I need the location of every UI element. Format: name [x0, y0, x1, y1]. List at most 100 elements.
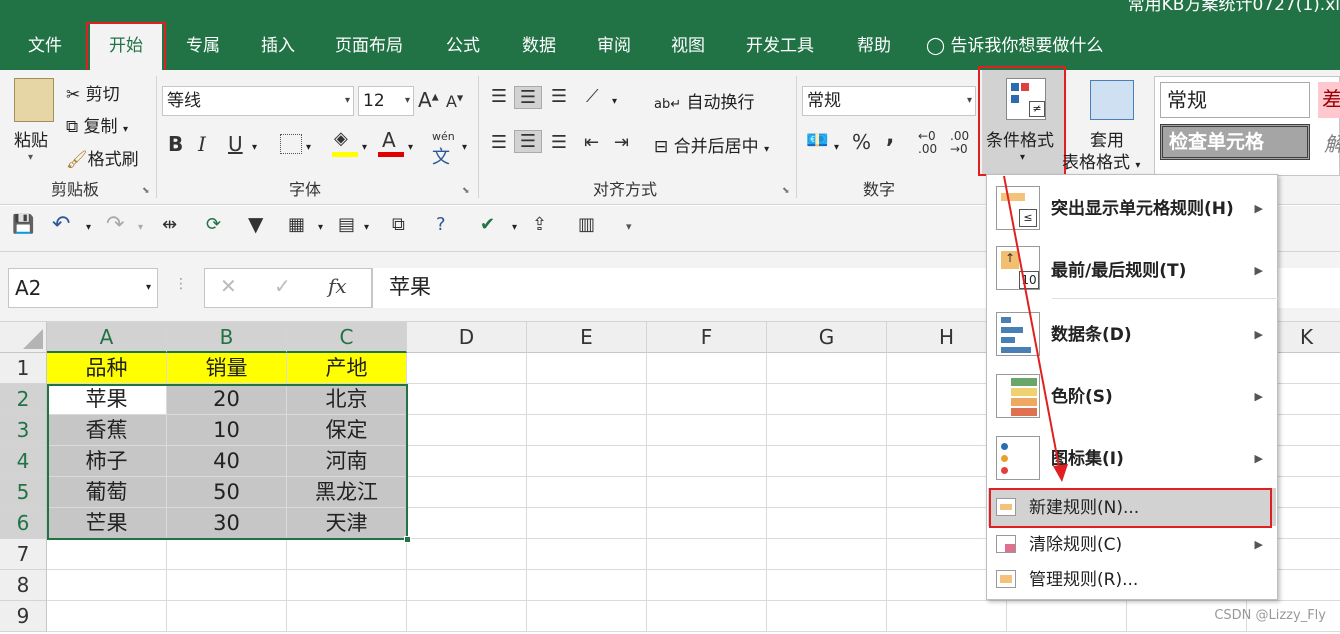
cell-style-check[interactable]: 检查单元格: [1160, 124, 1310, 160]
filter-icon[interactable]: ▼: [248, 212, 263, 236]
row-header-5[interactable]: 5: [0, 477, 47, 508]
tab-data[interactable]: 数据: [508, 22, 570, 70]
cell-a1[interactable]: 品种: [47, 353, 167, 384]
cell-e4[interactable]: [527, 446, 647, 477]
copy-button[interactable]: ⧉ 复制 ▾: [66, 112, 128, 137]
cell-b1[interactable]: 销量: [167, 353, 287, 384]
data-validation-dropdown-icon[interactable]: ▾: [512, 222, 517, 233]
phonetic-guide-button[interactable]: wén 文: [432, 130, 455, 169]
name-box[interactable]: A2 ▾: [8, 268, 158, 308]
wrap-text-button[interactable]: ab↵ 自动换行: [654, 88, 755, 113]
undo-dropdown-icon[interactable]: ▾: [86, 222, 91, 233]
cancel-icon[interactable]: ✕: [220, 274, 237, 298]
row-header-9[interactable]: 9: [0, 601, 47, 632]
cell-b7[interactable]: [167, 539, 287, 570]
fill-dropdown-icon[interactable]: ▾: [362, 142, 367, 153]
cell-c7[interactable]: [287, 539, 407, 570]
row-header-2[interactable]: 2: [0, 384, 47, 415]
cell-style-bad[interactable]: 差: [1318, 82, 1340, 118]
cell-e7[interactable]: [527, 539, 647, 570]
cell-e5[interactable]: [527, 477, 647, 508]
cell-a5[interactable]: 葡萄: [47, 477, 167, 508]
tab-page-layout[interactable]: 页面布局: [322, 22, 416, 70]
underline-dropdown-icon[interactable]: ▾: [252, 142, 257, 153]
cell-d8[interactable]: [407, 570, 527, 601]
cell-b6[interactable]: 30: [167, 508, 287, 539]
cell-style-explain[interactable]: 解: [1324, 128, 1340, 157]
fill-handle[interactable]: [404, 536, 411, 543]
grow-font-button[interactable]: A▲: [418, 88, 439, 112]
tab-view[interactable]: 视图: [658, 22, 718, 70]
column-header-c[interactable]: C: [287, 322, 407, 353]
cell-f7[interactable]: [647, 539, 767, 570]
bold-button[interactable]: B: [168, 132, 183, 156]
align-center-icon[interactable]: ☰: [514, 130, 542, 153]
font-color-icon[interactable]: A: [382, 128, 396, 152]
tab-review[interactable]: 审阅: [584, 22, 644, 70]
cell-c2[interactable]: 北京: [287, 384, 407, 415]
cell-f9[interactable]: [647, 601, 767, 632]
cell-g5[interactable]: [767, 477, 887, 508]
refresh-icon[interactable]: ⟳: [206, 214, 221, 235]
row-header-1[interactable]: 1: [0, 353, 47, 384]
form-icon[interactable]: ▦: [288, 214, 305, 235]
enter-icon[interactable]: ✓: [274, 274, 291, 298]
clipboard-launcher-icon[interactable]: ⬊: [142, 186, 150, 196]
cell-a9[interactable]: [47, 601, 167, 632]
cell-e9[interactable]: [527, 601, 647, 632]
cell-c9[interactable]: [287, 601, 407, 632]
menu-item-clear-rules[interactable]: 清除规则(C) ▶: [987, 527, 1277, 563]
cell-f4[interactable]: [647, 446, 767, 477]
form-dropdown-icon[interactable]: ▾: [318, 222, 323, 233]
cell-b3[interactable]: 10: [167, 415, 287, 446]
cell-f5[interactable]: [647, 477, 767, 508]
accounting-format-icon[interactable]: 💶: [806, 130, 828, 151]
phonetic-dropdown-icon[interactable]: ▾: [462, 142, 467, 153]
cell-g4[interactable]: [767, 446, 887, 477]
tab-formulas[interactable]: 公式: [432, 22, 494, 70]
cell-a2[interactable]: 苹果: [47, 384, 167, 415]
increase-decimal-button[interactable]: ←0.00: [918, 130, 937, 156]
cell-d2[interactable]: [407, 384, 527, 415]
save-icon[interactable]: 💾: [12, 214, 34, 235]
cell-e2[interactable]: [527, 384, 647, 415]
cell-b9[interactable]: [167, 601, 287, 632]
cell-style-normal[interactable]: 常规: [1160, 82, 1310, 118]
italic-button[interactable]: I: [198, 132, 206, 156]
decrease-indent-icon[interactable]: ⇤: [584, 132, 599, 153]
cell-d3[interactable]: [407, 415, 527, 446]
cell-f1[interactable]: [647, 353, 767, 384]
align-top-icon[interactable]: ☰: [486, 86, 512, 107]
cell-a4[interactable]: 柿子: [47, 446, 167, 477]
number-format-combo[interactable]: 常规 ▾: [802, 86, 976, 116]
redo-dropdown-icon[interactable]: ▾: [138, 222, 143, 233]
decrease-decimal-button[interactable]: .00 →0: [950, 130, 969, 156]
tell-me-search[interactable]: ◯ 告诉我你想要做什么: [926, 22, 1103, 70]
cell-e8[interactable]: [527, 570, 647, 601]
column-header-e[interactable]: E: [527, 322, 647, 353]
cell-d7[interactable]: [407, 539, 527, 570]
cell-c6[interactable]: 天津: [287, 508, 407, 539]
cell-g7[interactable]: [767, 539, 887, 570]
row-header-7[interactable]: 7: [0, 539, 47, 570]
cell-i9[interactable]: [1007, 601, 1127, 632]
cell-c5[interactable]: 黑龙江: [287, 477, 407, 508]
tab-developer[interactable]: 开发工具: [732, 22, 828, 70]
cell-g3[interactable]: [767, 415, 887, 446]
cell-g8[interactable]: [767, 570, 887, 601]
cell-b4[interactable]: 40: [167, 446, 287, 477]
align-middle-icon[interactable]: ☰: [514, 86, 542, 109]
menu-item-manage-rules[interactable]: 管理规则(R)...: [987, 562, 1277, 598]
cell-h9[interactable]: [887, 601, 1007, 632]
sort-dropdown-icon[interactable]: ▾: [364, 222, 369, 233]
align-bottom-icon[interactable]: ☰: [546, 86, 572, 107]
format-as-table-button[interactable]: 表格格式 ▾: [1062, 148, 1140, 173]
cell-d5[interactable]: [407, 477, 527, 508]
cell-c8[interactable]: [287, 570, 407, 601]
row-header-3[interactable]: 3: [0, 415, 47, 446]
cell-a8[interactable]: [47, 570, 167, 601]
select-all-button[interactable]: [0, 322, 47, 353]
row-header-6[interactable]: 6: [0, 508, 47, 539]
format-painter-button[interactable]: 🖌格式刷: [66, 145, 139, 170]
tab-exclusive[interactable]: 专属: [172, 22, 234, 70]
